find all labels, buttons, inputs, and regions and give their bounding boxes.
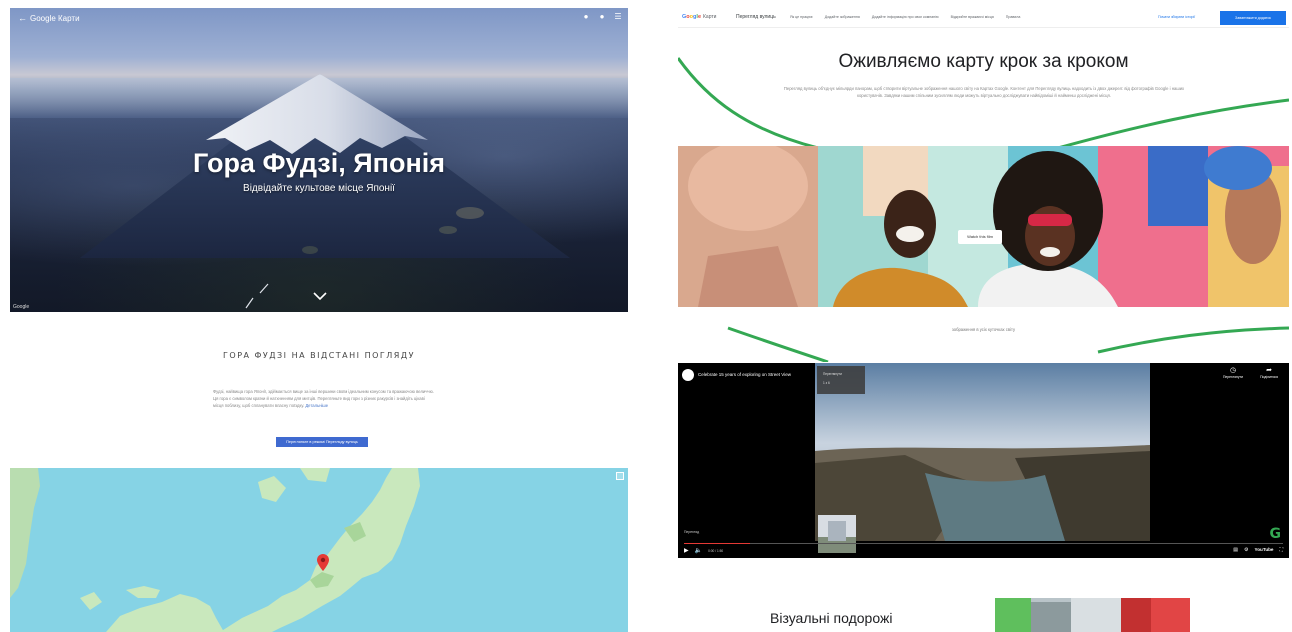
video-frame [815, 363, 1150, 541]
intro-paragraph: Перегляд вулиць об'єднує мільярди панора… [783, 86, 1185, 98]
expand-icon[interactable] [616, 472, 624, 480]
progress-fill [684, 543, 750, 544]
japan-map[interactable] [10, 468, 628, 632]
watch-film-tag[interactable]: Watch this film [958, 230, 1002, 244]
overlay-item[interactable]: 1 з 6 [823, 381, 830, 385]
section-heading-virtual-trips: Візуальні подорожі [770, 610, 893, 626]
video-overlay-menu[interactable]: Переглянути 1 з 6 [817, 366, 865, 394]
green-curve-decoration-lower [727, 326, 1289, 362]
google-channel-icon[interactable] [682, 369, 694, 381]
start-collecting-link[interactable]: Почати збирати історії [1158, 15, 1195, 19]
progress-bar[interactable] [684, 543, 1283, 544]
youtube-logo[interactable]: YouTube [1255, 547, 1274, 553]
hero-topbar: ← Google Карти ● ● ☰ [10, 8, 628, 30]
nav-link-policies[interactable]: Правила [1006, 15, 1021, 19]
read-more-link[interactable]: Детальніше [305, 403, 328, 408]
top-navigation: Google Карти Перегляд вулиць Як це працю… [678, 8, 1289, 28]
hero-actions: ● ● ☰ [582, 13, 622, 21]
street-photo [995, 598, 1190, 632]
menu-icon[interactable]: ☰ [614, 13, 622, 21]
watch-later-label: Переглянути [1222, 375, 1244, 379]
help-icon[interactable]: ● [598, 13, 606, 21]
nav-link-how-it-works[interactable]: Як це працює [790, 15, 813, 19]
share-button[interactable]: ➦ Поділитися [1257, 367, 1281, 379]
share-label: Поділитися [1260, 375, 1278, 379]
fullscreen-icon[interactable]: ⛶ [1279, 547, 1283, 553]
video-time: 0:00 / 1:50 [708, 549, 724, 553]
section-paragraph: Фудзі, найвища гора Японії, здіймається … [213, 388, 435, 409]
video-controls-left: ▶ 🔈 0:00 / 1:50 [684, 548, 723, 554]
map-pin-icon[interactable] [316, 554, 330, 572]
subtitles-icon[interactable]: ▤ [1233, 547, 1238, 553]
nav-link-add-images[interactable]: Додайте зображення [825, 15, 860, 19]
volume-icon[interactable]: 🔈 [695, 548, 702, 554]
nav-link-business[interactable]: Додайте інформацію про своє компанію [872, 15, 939, 19]
chevron-down-icon[interactable] [312, 291, 328, 301]
product-name[interactable]: Карти [703, 14, 716, 20]
nav-link-explore[interactable]: Відкрийте вражаючі місця [951, 15, 994, 19]
video-label: Перегляд [684, 530, 700, 534]
google-g-logo: G [1269, 526, 1282, 542]
hero-banner: ← Google Карти ● ● ☰ Гора Фудзі, Японія … [10, 8, 628, 312]
video-top-actions: ◷ Переглянути ➦ Поділитися [1221, 367, 1281, 379]
download-app-button[interactable]: Завантажити додаток [1220, 11, 1286, 25]
arrow-back-icon[interactable]: ← [18, 13, 27, 23]
video-player[interactable]: Переглянути 1 з 6 Celebrate 15 years of … [678, 363, 1289, 558]
map-land [10, 468, 420, 632]
mural-scene [678, 146, 1289, 307]
overlay-item[interactable]: Переглянути [823, 372, 842, 376]
people-photo: Watch this film [678, 146, 1289, 307]
section-name[interactable]: Перегляд вулиць [736, 14, 776, 20]
nav-links: Як це працює Додайте зображення Додайте … [790, 15, 1020, 19]
clock-icon: ◷ [1229, 367, 1237, 374]
video-thumbnail[interactable] [818, 515, 856, 553]
share-icon[interactable]: ● [582, 13, 590, 21]
watch-later-button[interactable]: ◷ Переглянути [1221, 367, 1245, 379]
hero-title: Гора Фудзі, Японія [192, 148, 446, 178]
photo-caption: зображення в усіх куточках світу [951, 327, 1016, 332]
street-view-button[interactable]: Перегляньте в режимі Перегляду вулиць [276, 437, 368, 447]
share-icon: ➦ [1266, 367, 1272, 374]
video-title[interactable]: Celebrate 15 years of exploring on Stree… [698, 372, 791, 377]
image-credit: Google [13, 304, 30, 310]
hero-subtitle: Відвідайте культове місце Японії [243, 183, 395, 194]
google-logo[interactable]: Google [682, 14, 701, 20]
page-heading: Оживляємо карту крок за кроком [838, 51, 1129, 72]
settings-icon[interactable]: ⚙ [1244, 547, 1248, 553]
brand-label[interactable]: Google Карти [30, 14, 80, 23]
video-controls-right: ▤ ⚙ YouTube ⛶ [1233, 547, 1283, 553]
section-title: ГОРА ФУДЗІ НА ВІДСТАНІ ПОГЛЯДУ [223, 351, 415, 360]
play-icon[interactable]: ▶ [684, 548, 689, 554]
